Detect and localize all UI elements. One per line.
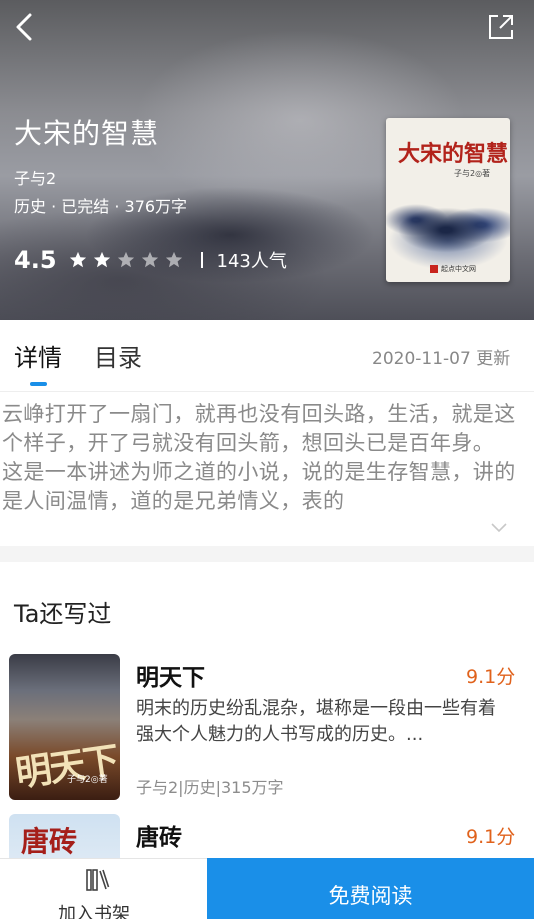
cover-publisher-text: 起点中文网: [441, 265, 476, 273]
book-thumbnail: 明天下 子与2◎著: [9, 654, 120, 800]
star-empty-icon: [165, 251, 182, 268]
divider: [200, 252, 203, 268]
rating-row: 4.5 143人气: [14, 244, 287, 276]
chevron-left-icon[interactable]: [8, 10, 42, 44]
bookshelf-icon: [86, 869, 110, 891]
book-score: 9.1分: [466, 666, 516, 688]
cover-publisher: 起点中文网: [430, 264, 476, 274]
free-read-button[interactable]: 免费阅读: [207, 858, 534, 919]
book-name: 唐砖: [136, 825, 182, 851]
section-divider: [0, 546, 534, 562]
book-meta: 子与2|历史|315万字: [136, 778, 284, 797]
chevron-down-icon[interactable]: [490, 520, 508, 534]
book-description: 云峥打开了一扇门，就再也没有回头路，生活，就是这个样子，开了弓就没有回头箭，想回…: [2, 402, 516, 513]
thumbnail-title: 明天下: [12, 739, 120, 795]
free-read-label: 免费阅读: [328, 884, 413, 908]
cover-subtitle: 子与2◎著: [454, 169, 491, 178]
tab-bar: 详情 目录 2020-11-07 更新: [0, 320, 534, 392]
star-empty-icon: [117, 251, 134, 268]
section-title: Ta还写过: [14, 600, 112, 628]
bottom-bar: 加入书架 免费阅读: [0, 858, 534, 919]
book-title: 大宋的智慧: [14, 117, 160, 150]
popularity: 143人气: [216, 251, 287, 272]
rating-score: 4.5: [14, 246, 57, 274]
add-to-shelf-button[interactable]: 加入书架: [0, 858, 207, 919]
star-filled-icon: [93, 251, 110, 268]
book-cover[interactable]: 大宋的智慧 子与2◎著 起点中文网: [386, 118, 510, 282]
star-empty-icon: [141, 251, 158, 268]
tab-indicator: [30, 382, 47, 386]
update-date: 2020-11-07 更新: [372, 349, 511, 369]
tab-details[interactable]: 详情: [14, 338, 62, 373]
book-intro: 明末的历史纷乱混杂，堪称是一段由一些有着强大个人魅力的人书写成的历史。...: [136, 698, 496, 745]
publisher-logo-icon: [430, 265, 438, 273]
book-name: 明天下: [136, 665, 205, 691]
book-meta: 历史 · 已完结 · 376万字: [14, 197, 188, 216]
thumbnail-title: 唐砖: [21, 825, 78, 858]
thumbnail-author: 子与2◎著: [67, 775, 108, 785]
tab-toc[interactable]: 目录: [94, 338, 142, 373]
book-score: 9.1分: [466, 826, 516, 848]
add-to-shelf-label: 加入书架: [58, 904, 130, 919]
book-header: 大宋的智慧 子与2 历史 · 已完结 · 376万字 4.5 143人气 大宋的…: [0, 0, 534, 320]
book-author[interactable]: 子与2: [14, 165, 56, 189]
list-item[interactable]: 明天下 子与2◎著 明天下 9.1分 明末的历史纷乱混杂，堪称是一段由一些有着强…: [0, 654, 534, 804]
star-rating: [69, 251, 183, 269]
share-icon[interactable]: [486, 12, 516, 42]
star-filled-icon: [69, 251, 86, 268]
cover-title: 大宋的智慧: [398, 141, 509, 167]
